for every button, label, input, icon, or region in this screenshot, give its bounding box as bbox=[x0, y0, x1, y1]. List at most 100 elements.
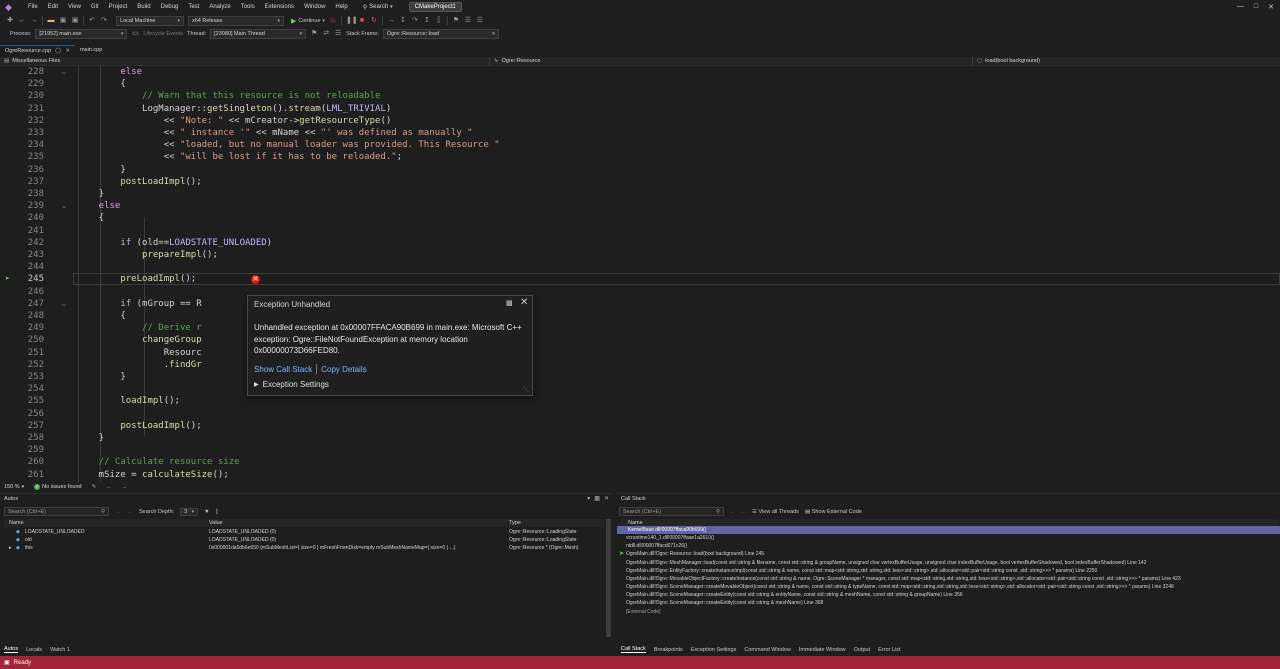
thread-select[interactable]: [23080] Main Thread ▾ bbox=[210, 28, 307, 39]
flag-threads-icon[interactable]: ⇄ bbox=[322, 30, 330, 38]
zoom-level[interactable]: 150 % bbox=[4, 484, 20, 490]
call-stack-frame[interactable]: KernelBase.dll!00007ffaca90b699() bbox=[617, 526, 1280, 534]
resize-grip-icon[interactable]: ⋱ bbox=[523, 386, 529, 393]
hex-display-icon[interactable]: ⟦ bbox=[435, 17, 443, 25]
pin-icon[interactable]: ▩ bbox=[594, 495, 600, 502]
close-icon[interactable]: ✕ bbox=[1268, 3, 1274, 11]
callstack-search-input[interactable]: Search (Ctrl+E) ⚲ bbox=[619, 507, 724, 516]
show-call-stack-link[interactable]: Show Call Stack bbox=[254, 365, 312, 374]
call-stack-frame[interactable]: OgreMain.dll!Ogre::MovableObjectFactory:… bbox=[626, 575, 1276, 583]
continue-button[interactable]: ▶ Continue ▾ bbox=[291, 17, 325, 25]
show-next-statement-icon[interactable]: → bbox=[387, 17, 395, 25]
tab-command-window[interactable]: Command Window bbox=[744, 647, 790, 653]
issues-indicator[interactable]: ✓ No issues found bbox=[34, 483, 82, 490]
menu-item-test[interactable]: Test bbox=[183, 0, 204, 14]
tab-breakpoints[interactable]: Breakpoints bbox=[654, 647, 683, 653]
call-stack-frame[interactable]: OgreMain.dll!Ogre::SceneManager::createE… bbox=[626, 591, 1276, 599]
fold-chevron-icon[interactable]: ⌵ bbox=[62, 200, 66, 212]
scope-dropdown[interactable]: ▤ Miscellaneous Files bbox=[0, 56, 490, 66]
show-external-code-button[interactable]: ▤ Show External Code bbox=[805, 509, 862, 515]
call-stack-frame[interactable]: [External Code] bbox=[626, 608, 1276, 616]
show-stack-icon[interactable]: ☰ bbox=[334, 30, 342, 38]
menu-item-edit[interactable]: Edit bbox=[43, 0, 63, 14]
flag-icon[interactable]: ⚑ bbox=[310, 30, 318, 38]
menu-item-help[interactable]: Help bbox=[330, 0, 352, 14]
menu-item-window[interactable]: Window bbox=[299, 0, 330, 14]
menu-item-debug[interactable]: Debug bbox=[156, 0, 184, 14]
tab-watch-1[interactable]: Watch 1 bbox=[50, 647, 70, 653]
call-stack-frame[interactable]: vcruntime140_1.dll!00007ffaae1a2610() bbox=[626, 534, 1276, 542]
minimize-icon[interactable]: — bbox=[1237, 3, 1244, 11]
scrollbar[interactable] bbox=[606, 519, 611, 637]
class-dropdown[interactable]: ↳ Ogre::Resource bbox=[490, 56, 973, 66]
tab-locals[interactable]: Locals bbox=[26, 647, 42, 653]
back-icon[interactable]: ← bbox=[18, 17, 26, 25]
stack-frame-select[interactable]: Ogre::Resource::load ▾ bbox=[382, 28, 499, 39]
back-icon[interactable]: ← bbox=[729, 509, 735, 515]
call-stack-frame[interactable]: ntdll.dll!00007ffacd071c26() bbox=[626, 542, 1276, 550]
break-all-icon[interactable]: ❚❚ bbox=[346, 17, 358, 25]
autos-search-input[interactable]: Search (Ctrl+E) ⚲ bbox=[4, 507, 109, 516]
step-out-icon[interactable]: ↥ bbox=[423, 17, 431, 25]
tab-call-stack[interactable]: Call Stack bbox=[621, 646, 646, 653]
column-header-type[interactable]: Type bbox=[509, 519, 521, 527]
filter-icon[interactable]: ▼ bbox=[204, 509, 209, 515]
new-item-icon[interactable]: ✚ bbox=[6, 17, 14, 25]
process-select[interactable]: [21952] main.exe ▾ bbox=[35, 28, 128, 39]
forward-icon[interactable]: → bbox=[128, 509, 134, 515]
member-dropdown[interactable]: ▢ load(bool background) bbox=[973, 57, 1273, 66]
step-over-icon[interactable]: ↷ bbox=[411, 17, 419, 25]
menu-item-file[interactable]: File bbox=[23, 0, 43, 14]
code-editor[interactable]: 228 ⌵ else 229 {230 // Warn that this reso… bbox=[0, 66, 1280, 482]
autos-row[interactable]: ◆ old LOADSTATE_UNLOADED (0) Ogre::Resource… bbox=[4, 536, 604, 544]
pin-icon[interactable]: ▩ bbox=[506, 299, 513, 307]
forward-icon[interactable]: → bbox=[741, 509, 747, 515]
comment-icon[interactable]: ☰ bbox=[464, 17, 472, 25]
hot-reload-icon[interactable]: ♨ bbox=[329, 17, 337, 25]
search-button[interactable]: ⚲ Search ▾ bbox=[359, 4, 397, 11]
autos-row[interactable]: ▸ ◆ this 0x000001da5db6e650 {mSubMeshList={… bbox=[4, 544, 604, 552]
bookmark-icon[interactable]: ⚑ bbox=[452, 17, 460, 25]
open-folder-icon[interactable]: ▬ bbox=[47, 17, 55, 25]
uncomment-icon[interactable]: ☰ bbox=[476, 17, 484, 25]
call-stack-frame[interactable]: OgreMain.dll!Ogre::SceneManager::createM… bbox=[626, 583, 1276, 591]
menu-item-extensions[interactable]: Extensions bbox=[260, 0, 299, 14]
back-icon[interactable]: ← bbox=[116, 509, 122, 515]
call-stack-frame[interactable]: OgreMain.dll!Ogre::SceneManager::createE… bbox=[626, 599, 1276, 607]
project-name-badge[interactable]: CMakeProject1 bbox=[408, 2, 462, 12]
maximize-icon[interactable]: □ bbox=[1254, 3, 1258, 11]
tab-exception-settings[interactable]: Exception Settings bbox=[691, 647, 737, 653]
menu-item-view[interactable]: View bbox=[63, 0, 86, 14]
tab-error-list[interactable]: Error List bbox=[878, 647, 900, 653]
chevron-down-icon[interactable]: ▾ bbox=[587, 495, 590, 502]
lifecycle-events-label[interactable]: Lifecycle Events bbox=[143, 31, 183, 37]
debug-target-select[interactable]: Local Machine ▾ bbox=[116, 15, 184, 26]
column-header-value[interactable]: Value bbox=[209, 519, 223, 527]
call-stack-frame[interactable]: OgreMain.dll!Ogre::EntityFactory::create… bbox=[626, 567, 1276, 575]
call-stack-frame[interactable]: OgreMain.dll!Ogre::MeshManager::load(con… bbox=[626, 559, 1276, 567]
menu-item-git[interactable]: Git bbox=[86, 0, 104, 14]
nav-forward-icon[interactable]: → bbox=[122, 484, 128, 490]
close-icon[interactable]: ✕ bbox=[604, 495, 609, 502]
menu-item-tools[interactable]: Tools bbox=[236, 0, 260, 14]
forward-icon[interactable]: → bbox=[30, 17, 38, 25]
close-icon[interactable]: ✕ bbox=[520, 297, 528, 308]
tab-main-cpp[interactable]: main.cpp bbox=[75, 45, 107, 55]
step-into-icon[interactable]: ↧ bbox=[399, 17, 407, 25]
save-icon[interactable]: ▣ bbox=[59, 17, 67, 25]
autos-row[interactable]: ◆ LOADSTATE_UNLOADED LOADSTATE_UNLOADED (0… bbox=[4, 528, 604, 536]
fold-chevron-icon[interactable]: ⌵ bbox=[62, 298, 66, 310]
hex-icon[interactable]: ⟦ bbox=[216, 509, 219, 515]
expand-chevron-icon[interactable]: ▸ bbox=[9, 544, 12, 552]
redo-icon[interactable]: ↷ bbox=[100, 17, 108, 25]
lifecycle-events-icon[interactable]: ▭ bbox=[131, 30, 139, 38]
brush-icon[interactable]: ✎ bbox=[92, 484, 97, 490]
configuration-select[interactable]: x64 Release ▾ bbox=[188, 15, 284, 26]
pin-icon[interactable]: ◯ bbox=[55, 46, 61, 56]
nav-back-icon[interactable]: ← bbox=[106, 484, 112, 490]
chevron-down-icon[interactable]: ▾ bbox=[22, 484, 25, 490]
tab-ogreresource-cpp[interactable]: OgreResource.cpp ◯ ✕ bbox=[0, 45, 75, 55]
menu-item-build[interactable]: Build bbox=[132, 0, 155, 14]
tab-output[interactable]: Output bbox=[854, 647, 871, 653]
restart-icon[interactable]: ↻ bbox=[370, 17, 378, 25]
